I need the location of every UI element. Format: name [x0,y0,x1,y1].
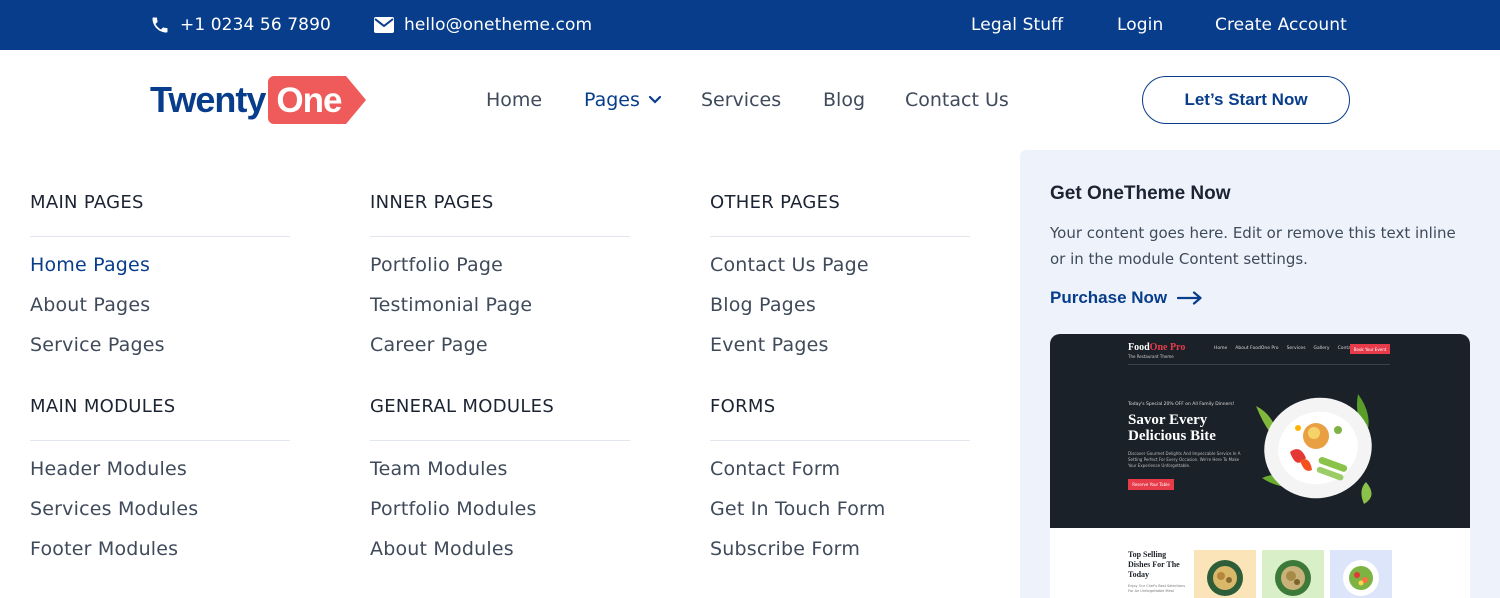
preview-headline: Savor Every Delicious Bite [1128,412,1216,444]
menu-list: Portfolio Page Testimonial Page Career P… [370,254,630,374]
menu-item-contact-form[interactable]: Contact Form [710,458,970,498]
menu-list: Header Modules Services Modules Footer M… [30,458,290,578]
phone-number: +1 0234 56 7890 [180,15,331,35]
nav-pages-label: Pages [584,89,640,111]
menu-group-main-pages: MAIN PAGES Home Pages About Pages Servic… [30,192,290,374]
divider [30,236,290,237]
menu-item-get-in-touch-form[interactable]: Get In Touch Form [710,498,970,538]
dish-bowl-icon [1343,560,1379,596]
group-heading: MAIN MODULES [30,396,176,417]
preview-reserve-button: Reserve Your Table [1128,479,1174,490]
menu-item-services-modules[interactable]: Services Modules [30,498,290,538]
preview-nav: Home About FoodOne Pro Services Gallery Cont… [1214,346,1356,351]
menu-item-footer-modules[interactable]: Footer Modules [30,538,290,578]
menu-group-general-modules: GENERAL MODULES Team Modules Portfolio M… [370,396,630,578]
preview-dish-card [1330,550,1392,598]
lets-start-now-button[interactable]: Let’s Start Now [1142,76,1350,124]
food-plate-illustration [1256,394,1372,504]
top-bar: +1 0234 56 7890 hello@onetheme.com Legal… [0,0,1500,50]
nav-blog[interactable]: Blog [823,50,865,150]
preview-hero: FoodOne Pro The Restaurant Theme Home Abo… [1050,334,1470,528]
phone-contact[interactable]: +1 0234 56 7890 [150,0,331,50]
divider [710,440,970,441]
legal-stuff-link[interactable]: Legal Stuff [971,0,1063,50]
menu-item-blog-pages[interactable]: Blog Pages [710,294,970,334]
menu-item-career-page[interactable]: Career Page [370,334,630,374]
preview-book-button: Book Your Event [1350,344,1390,354]
group-heading: GENERAL MODULES [370,396,555,417]
menu-group-other-pages: OTHER PAGES Contact Us Page Blog Pages E… [710,192,970,374]
menu-list: Team Modules Portfolio Modules About Mod… [370,458,630,578]
menu-item-testimonial-page[interactable]: Testimonial Page [370,294,630,334]
dish-bowl-icon [1275,560,1311,596]
arrow-right-icon [1177,291,1202,305]
chevron-down-icon [648,95,662,104]
preview-section-subtitle: Enjoy Our Chef's Best Selections For An … [1128,584,1186,593]
email-contact[interactable]: hello@onetheme.com [374,0,592,50]
purchase-now-label: Purchase Now [1050,288,1168,307]
phone-icon [152,17,168,33]
preview-special: Today's Special 20% OFF on All Family Di… [1128,402,1235,407]
menu-item-home-pages[interactable]: Home Pages [30,254,290,294]
dish-bowl-icon [1207,560,1243,596]
logo-text-twenty: Twenty [150,79,266,120]
promo-title: Get OneTheme Now [1050,183,1231,204]
menu-group-main-modules: MAIN MODULES Header Modules Services Mod… [30,396,290,578]
menu-item-subscribe-form[interactable]: Subscribe Form [710,538,970,578]
menu-item-portfolio-modules[interactable]: Portfolio Modules [370,498,630,538]
promo-text: Your content goes here. Edit or remove t… [1050,224,1456,268]
divider [30,440,290,441]
group-heading: FORMS [710,396,776,417]
purchase-now-link[interactable]: Purchase Now [1050,288,1203,308]
promo-panel: Get OneTheme Now Your content goes here.… [1020,150,1500,598]
preview-dish-card [1194,550,1256,598]
login-link[interactable]: Login [1117,0,1163,50]
nav-pages[interactable]: Pages [584,50,662,150]
divider [370,236,630,237]
menu-list: Home Pages About Pages Service Pages [30,254,290,374]
logo-text-one: One [276,81,342,120]
menu-list: Contact Us Page Blog Pages Event Pages [710,254,970,374]
nav-contact-us[interactable]: Contact Us [905,50,1009,150]
menu-item-header-modules[interactable]: Header Modules [30,458,290,498]
preview-tagline: The Restaurant Theme [1128,354,1174,359]
menu-item-about-modules[interactable]: About Modules [370,538,630,578]
preview-logo: FoodOne Pro [1128,342,1186,353]
group-heading: OTHER PAGES [710,192,841,213]
group-heading: MAIN PAGES [30,192,144,213]
nav-services[interactable]: Services [701,50,781,150]
email-address: hello@onetheme.com [404,15,593,35]
preview-section-title: Top Selling Dishes For The Today [1128,550,1180,579]
envelope-icon [374,17,394,33]
menu-item-service-pages[interactable]: Service Pages [30,334,290,374]
menu-item-event-pages[interactable]: Event Pages [710,334,970,374]
menu-item-team-modules[interactable]: Team Modules [370,458,630,498]
menu-list: Contact Form Get In Touch Form Subscribe… [710,458,970,578]
nav-home[interactable]: Home [486,50,542,150]
site-header: Twenty One Home Pages Services Blog Cont… [0,50,1500,150]
preview-divider [1128,364,1390,365]
theme-preview-image[interactable]: FoodOne Pro The Restaurant Theme Home Abo… [1050,334,1470,598]
divider [370,440,630,441]
menu-item-about-pages[interactable]: About Pages [30,294,290,334]
group-heading: INNER PAGES [370,192,494,213]
divider [710,236,970,237]
menu-item-portfolio-page[interactable]: Portfolio Page [370,254,630,294]
site-logo[interactable]: Twenty One [150,76,368,124]
menu-item-contact-us-page[interactable]: Contact Us Page [710,254,970,294]
logo-badge: One [268,76,368,124]
menu-group-forms: FORMS Contact Form Get In Touch Form Sub… [710,396,970,578]
preview-description: Discover Gourmet Delights And Impeccable… [1128,451,1241,468]
menu-group-inner-pages: INNER PAGES Portfolio Page Testimonial P… [370,192,630,374]
create-account-link[interactable]: Create Account [1215,0,1347,50]
preview-dish-card [1262,550,1324,598]
